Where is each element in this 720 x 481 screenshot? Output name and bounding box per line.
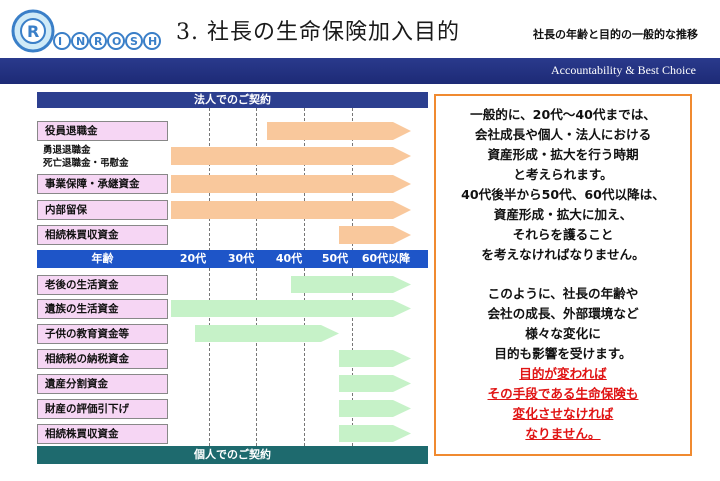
arrow-shape [171,201,411,219]
header: R INROSH 3. 社長の生命保険加入目的 社長の年齢と目的の一般的な推移 [0,0,720,62]
explanation-line: を考えなければなりません。 [481,247,645,262]
logo-letter: I [58,35,62,48]
explanation-line: 会社成長や個人・法人における [474,127,652,142]
age-label: 30代 [227,252,255,265]
row-label: 事業保障・承継資金 [37,174,168,194]
tagline: Accountability & Best Choice [551,63,696,77]
row-label: 遺産分割資金 [37,374,168,394]
arrow-shape [267,122,411,140]
arrow-shape [171,147,411,165]
explanation-line: なりません。 [525,426,601,441]
explanation-para-2: このように、社長の年齢や 会社の成長、外部環境など 様々な変化に目的も影響を受けます… [436,284,690,364]
explanation-line: 資産形成・拡大を行う時期 [487,147,639,162]
arrow-shape [291,276,411,293]
rinrosha-logo: R INROSH [11,9,161,53]
age-label: 40代 [275,252,303,265]
duration-arrow [339,425,411,442]
arrow-shape [339,350,411,367]
row-label: 相続株買収資金 [37,225,168,245]
explanation-line: と考えられます。 [513,167,613,182]
duration-arrow [267,122,411,140]
row-label: 勇退退職金死亡退職金・弔慰金 [37,144,168,174]
corporate-contract-band: 法人でのご契約 [37,92,428,108]
arrow-shape [339,226,411,244]
explanation-line: 会社の成長、外部環境など [487,306,639,321]
arrow-shape [339,375,411,392]
logo-letter: R [94,35,103,48]
age-label: 60代以降 [361,252,411,265]
page-title: 3. 社長の生命保険加入目的 [176,20,460,45]
row-label: 遺族の生活資金 [37,299,168,319]
row-label: 役員退職金 [37,121,168,141]
explanation-conclusion: 目的が変わればその手段である生命保険も 変化させなければ なりません。 [436,364,690,444]
row-label: 内部留保 [37,200,168,220]
explanation-line: 資産形成・拡大に加え、 [493,207,633,222]
age-purpose-chart: 法人でのご契約 役員退職金勇退退職金死亡退職金・弔慰金事業保障・承継資金 内部留保… [37,92,428,464]
duration-arrow [339,226,411,244]
duration-arrow [291,276,411,293]
explanation-para-1: 一般的に、20代～40代までは、 会社成長や個人・法人における 資産形成・拡大を行う… [436,105,690,265]
arrow-shape [195,325,339,342]
explanation-line: 様々な変化に [525,326,601,341]
age-arrow-tip [415,250,428,268]
logo-letter: H [148,35,157,48]
duration-arrow [195,325,339,342]
explanation-line: 目的も影響を受けます。 [494,346,632,361]
duration-arrow [339,400,411,417]
age-axis: 年齢 20代 30代 40代 50代 60代以降 [37,250,428,268]
duration-arrow [171,300,411,317]
age-label: 20代 [179,252,207,265]
duration-arrow [171,147,411,165]
explanation-line: 変化させなければ [512,406,614,421]
age-label: 50代 [321,252,349,265]
logo-letter: O [112,35,121,48]
explanation-line: 一般的に、20代～40代までは、 [470,107,656,122]
duration-arrow [171,175,411,193]
page-subtitle: 社長の年齢と目的の一般的な推移 [533,28,698,41]
arrow-shape [171,175,411,193]
explanation-line: その手段である生命保険も [487,386,639,401]
row-label: 子供の教育資金等 [37,324,168,344]
row-label: 老後の生活資金 [37,275,168,295]
row-label: 相続株買収資金 [37,424,168,444]
duration-arrow [171,201,411,219]
explanation-box: 一般的に、20代～40代までは、 会社成長や個人・法人における 資産形成・拡大を行う… [434,94,692,456]
row-label-line: 勇退退職金 [43,145,91,156]
explanation-line: それらを護ること [512,227,614,242]
age-header: 年齢 [91,252,114,265]
row-label-line: 死亡退職金・弔慰金 [43,158,129,169]
duration-arrow [339,350,411,367]
duration-arrow [339,375,411,392]
logo-initial: R [27,22,39,41]
row-label: 相続税の納税資金 [37,349,168,369]
logo-letter: N [76,35,85,48]
explanation-line: このように、社長の年齢や [487,286,639,301]
logo-letter: S [130,35,138,48]
arrow-shape [339,425,411,442]
explanation-line: 40代後半から50代、60代以降は、 [461,187,665,202]
row-label: 財産の評価引下げ [37,399,168,419]
personal-contract-band: 個人でのご契約 [37,446,428,464]
arrow-shape [339,400,411,417]
arrow-shape [171,300,411,317]
explanation-line: 目的が変われば [519,366,607,381]
